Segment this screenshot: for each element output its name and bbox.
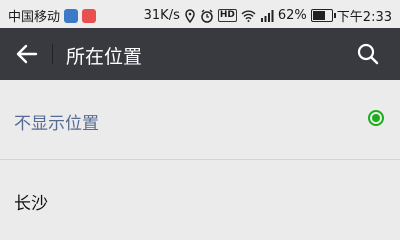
battery-percent: 62%: [277, 8, 307, 23]
back-arrow-icon[interactable]: [14, 42, 40, 66]
carrier-name: 中国移动: [8, 10, 61, 25]
network-speed: 31K/s: [143, 8, 180, 23]
alarm-icon: [200, 9, 214, 23]
list-divider: [0, 159, 400, 160]
hd-badge: HD: [217, 9, 237, 22]
app-bar-divider: [52, 44, 53, 64]
radio-dot: [372, 114, 380, 122]
battery-icon: [310, 9, 336, 22]
clock: 下午2:33: [336, 10, 392, 25]
selected-radio-icon: [368, 110, 384, 126]
status-bar: 中国移动 31K/s HD 62% 下午2:33: [0, 0, 400, 28]
battery-fill: [312, 11, 326, 20]
list-item-label: 不显示位置: [14, 114, 99, 134]
list-item-hide-location[interactable]: 不显示位置: [0, 81, 400, 159]
app-bar: 所在位置: [0, 28, 400, 80]
list-item-city[interactable]: 长沙: [0, 161, 400, 239]
map-notification-icon: [82, 8, 97, 23]
list-item-label: 长沙: [14, 194, 48, 214]
location-icon: [184, 8, 196, 23]
status-left: 中国移动: [8, 6, 97, 25]
app-notification-icon: [64, 8, 79, 23]
status-right: 31K/s HD 62% 下午2:33: [144, 6, 392, 25]
wifi-icon: [241, 10, 256, 22]
cellular-signal-icon: [260, 9, 274, 22]
page-title: 所在位置: [66, 46, 143, 68]
search-icon[interactable]: [356, 42, 380, 66]
